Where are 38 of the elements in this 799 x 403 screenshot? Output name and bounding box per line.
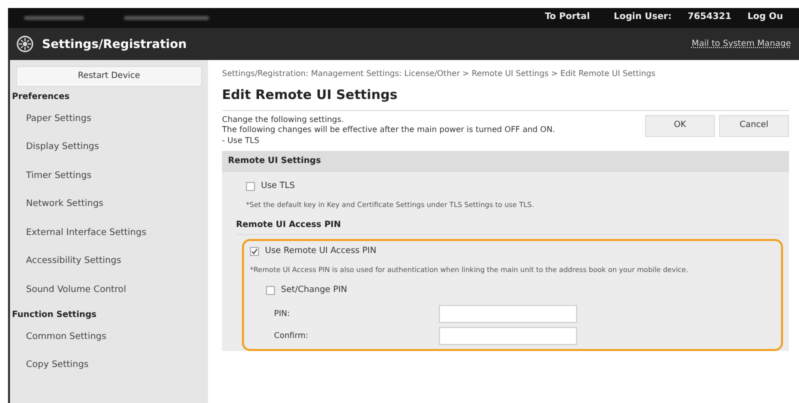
- mail-link[interactable]: Mail to System Manage: [692, 38, 791, 50]
- sidebar-item[interactable]: Display Settings: [16, 134, 202, 162]
- input-field[interactable]: [439, 304, 577, 323]
- restart-button[interactable]: Restart Device: [16, 66, 202, 87]
- sidebar-heading: Function Settings: [12, 309, 98, 322]
- sidebar-item[interactable]: Accessibility Settings: [16, 248, 202, 276]
- intro-text: The following changes will be effective after the main power is turned OFF and ON.: [222, 125, 556, 136]
- logout-link[interactable]: Log Ou: [747, 11, 783, 25]
- sidebar-item[interactable]: Copy Settings: [16, 352, 202, 381]
- checkbox-label: Set/Change PIN: [281, 284, 348, 297]
- section-title: Remote UI Settings: [222, 150, 789, 172]
- settings-icon: [16, 35, 34, 53]
- field-label: Confirm:: [274, 330, 310, 342]
- checkbox[interactable]: [250, 246, 259, 256]
- login-user: 7654321: [688, 11, 732, 24]
- field-label: PIN:: [274, 308, 291, 320]
- subsection-title: Remote UI Access PIN: [236, 218, 781, 235]
- sidebar-item[interactable]: Network Settings: [16, 191, 202, 220]
- checkbox-label: Use TLS: [261, 180, 295, 192]
- portal-link[interactable]: To Portal: [544, 11, 590, 25]
- cancel-button[interactable]: Cancel: [719, 114, 789, 136]
- input-field[interactable]: [439, 326, 577, 345]
- sidebar-heading: Preferences: [12, 90, 71, 104]
- sidebar-item[interactable]: Timer Settings: [16, 162, 202, 191]
- intro-text: Change the following settings.: [222, 114, 345, 126]
- header-title: Settings/Registration: [42, 36, 188, 52]
- checkbox-label: Use Remote UI Access PIN: [265, 244, 376, 258]
- sidebar-item[interactable]: Paper Settings: [16, 106, 202, 134]
- ok-button[interactable]: OK: [645, 114, 715, 136]
- sidebar-item[interactable]: Common Settings: [16, 324, 202, 352]
- checkbox[interactable]: [266, 286, 275, 295]
- sidebar-item[interactable]: External Interface Settings: [16, 220, 202, 248]
- intro-text: - Use TLS: [222, 136, 260, 147]
- checkbox[interactable]: [246, 182, 255, 191]
- sidebar-item[interactable]: Sound Volume Control: [16, 276, 202, 305]
- page-title: Edit Remote UI Settings: [222, 86, 789, 110]
- login-label: Login User:: [614, 11, 672, 24]
- breadcrumb: Settings/Registration: Management Settings: License/Other > Remote UI Settings > Edit Remote UI Settings: [222, 68, 656, 80]
